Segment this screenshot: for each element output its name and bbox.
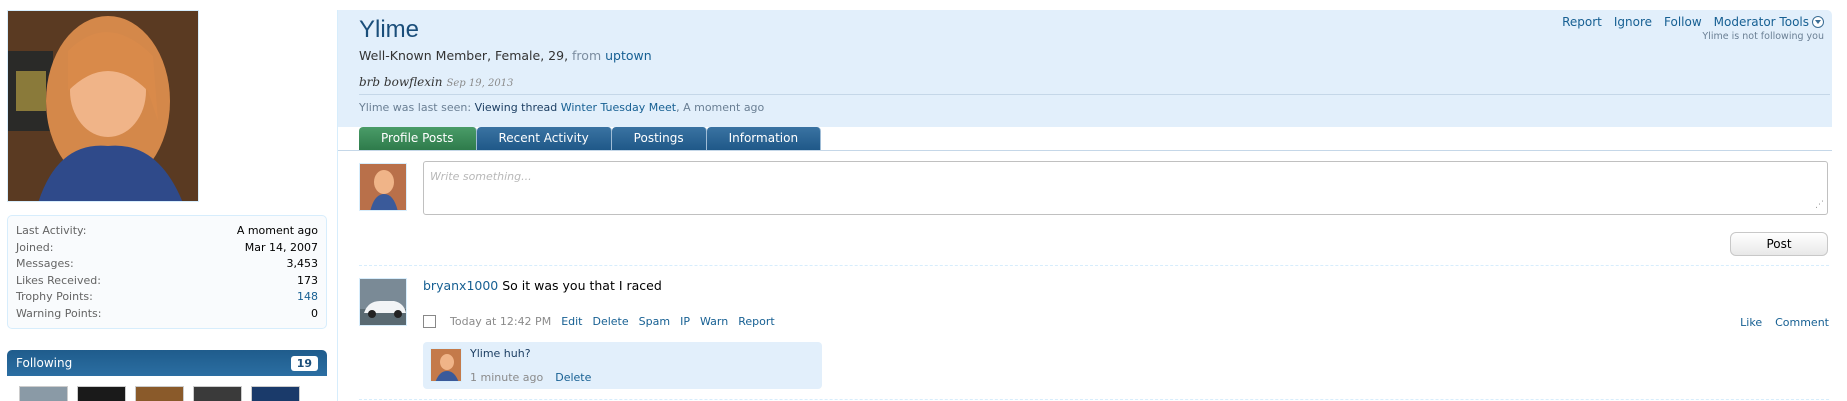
stat-trophy-points: Trophy Points: 148: [16, 289, 318, 306]
comment-link[interactable]: Comment: [1775, 316, 1829, 329]
comment-meta: 1 minute ago Delete: [470, 371, 591, 384]
follow-link[interactable]: Follow: [1664, 15, 1702, 29]
message-actions-right: Like Comment: [1740, 316, 1829, 329]
following-avatar[interactable]: [193, 386, 242, 401]
tab-profile-posts[interactable]: Profile Posts: [359, 127, 477, 150]
profile-photo: [8, 11, 198, 201]
stat-warning-points: Warning Points: 0: [16, 306, 318, 320]
comment-delete-link[interactable]: Delete: [555, 371, 591, 384]
like-link[interactable]: Like: [1740, 316, 1762, 329]
post-divider: [359, 399, 1829, 400]
status-message: brb bowflexin Sep 19, 2013: [359, 75, 514, 89]
header-divider: [359, 94, 1830, 95]
composer-avatar-photo: [360, 164, 406, 210]
comment-text: Ylime huh?: [470, 347, 531, 360]
following-avatar[interactable]: [77, 386, 126, 401]
comment: Ylime huh? 1 minute ago Delete: [423, 342, 822, 389]
comment-avatar-photo: [431, 349, 461, 381]
header-actions: Report Ignore Follow Moderator Tools: [1562, 15, 1824, 29]
composer-avatar[interactable]: [359, 163, 407, 211]
message-avatar[interactable]: [359, 278, 407, 326]
chevron-down-icon: [1812, 16, 1824, 28]
message-avatar-photo: [360, 279, 406, 325]
poster-username-link[interactable]: bryanx1000: [423, 278, 498, 293]
profile-header: Ylime Well-Known Member, Female, 29, fro…: [338, 10, 1832, 127]
stat-likes-received: Likes Received: 173: [16, 273, 318, 287]
stat-joined: Joined: Mar 14, 2007: [16, 240, 318, 254]
message-meta: Today at 12:42 PM Edit Delete Spam IP Wa…: [423, 315, 775, 328]
tab-recent-activity[interactable]: Recent Activity: [476, 127, 612, 150]
tab-postings[interactable]: Postings: [611, 127, 707, 150]
report-message-link[interactable]: Report: [738, 315, 774, 328]
resize-grip-icon[interactable]: ⋰: [1815, 200, 1824, 210]
report-link[interactable]: Report: [1562, 15, 1602, 29]
following-avatar[interactable]: [251, 386, 300, 401]
profile-avatar[interactable]: [7, 10, 199, 202]
not-following-note: Ylime is not following you: [1702, 31, 1824, 42]
following-avatar[interactable]: [19, 386, 68, 401]
stat-last-activity: Last Activity: A moment ago: [16, 224, 318, 237]
last-seen: Ylime was last seen: Viewing thread Wint…: [359, 101, 765, 114]
trophy-points-link[interactable]: 148: [297, 289, 318, 306]
user-info: Well-Known Member, Female, 29, from upto…: [359, 48, 652, 63]
profile-stats: Last Activity: A moment ago Joined: Mar …: [7, 215, 327, 329]
moderator-tools-menu[interactable]: Moderator Tools: [1714, 15, 1824, 29]
location-link[interactable]: uptown: [605, 48, 652, 63]
profile-name: Ylime: [359, 16, 420, 43]
post-divider: [359, 265, 1829, 266]
ip-link[interactable]: IP: [680, 315, 690, 328]
profile-main: Ylime Well-Known Member, Female, 29, fro…: [337, 10, 1832, 401]
edit-link[interactable]: Edit: [561, 315, 582, 328]
spam-link[interactable]: Spam: [639, 315, 670, 328]
profile-tabs: Profile Posts Recent Activity Postings I…: [359, 127, 822, 150]
comment-time: 1 minute ago: [470, 371, 544, 384]
tab-divider: [338, 150, 1832, 151]
comment-avatar[interactable]: [430, 348, 462, 382]
message-time[interactable]: Today at 12:42 PM: [450, 315, 551, 328]
tab-information[interactable]: Information: [706, 127, 822, 150]
warn-link[interactable]: Warn: [700, 315, 728, 328]
following-count-badge: 19: [290, 355, 318, 371]
profile-post-input[interactable]: Write something... ⋰: [423, 161, 1828, 215]
select-checkbox[interactable]: [423, 315, 436, 328]
message-content: bryanx1000 So it was you that I raced: [423, 278, 662, 293]
status-date: Sep 19, 2013: [446, 78, 514, 89]
following-avatar[interactable]: [135, 386, 184, 401]
post-button[interactable]: Post: [1730, 232, 1828, 256]
delete-link[interactable]: Delete: [593, 315, 629, 328]
following-avatars: [19, 386, 300, 401]
message-text: So it was you that I raced: [502, 278, 662, 293]
ignore-link[interactable]: Ignore: [1614, 15, 1652, 29]
following-header[interactable]: Following 19: [7, 350, 327, 376]
following-title: Following: [16, 356, 73, 370]
last-seen-thread-link[interactable]: Winter Tuesday Meet: [561, 101, 676, 114]
stat-messages: Messages: 3,453: [16, 257, 318, 270]
